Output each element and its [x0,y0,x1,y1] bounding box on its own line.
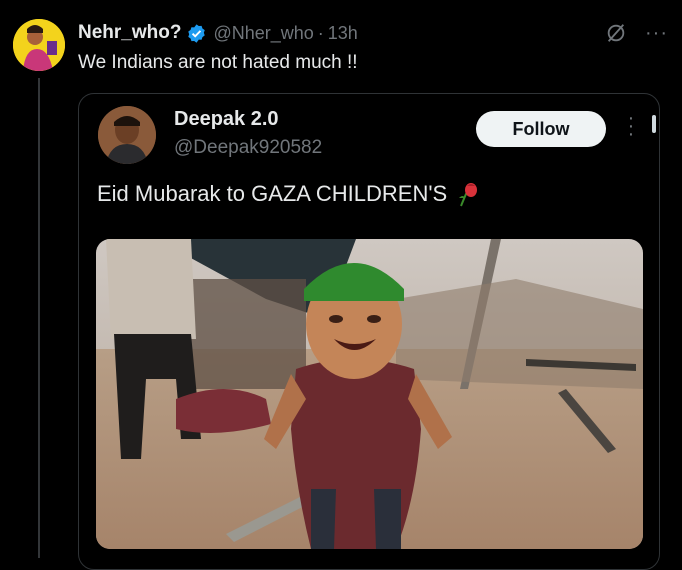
scrollbar[interactable] [652,115,656,133]
tweet-header: Nehr_who? @Nher_who · 13h [78,22,358,44]
thread-line [38,78,40,558]
quoted-text: Eid Mubarak to GAZA CHILDREN'S [97,181,448,206]
more-horizontal-icon[interactable]: ··· [645,23,668,43]
quoted-author-name[interactable]: Deepak 2.0 [174,108,279,131]
author-handle[interactable]: @Nher_who [213,23,313,44]
timestamp[interactable]: 13h [328,23,358,44]
wilted-rose-icon [459,183,478,207]
verified-badge-icon [188,23,206,43]
tweet-actions: ··· [605,22,668,44]
quoted-text-row: Eid Mubarak to GAZA CHILDREN'S [97,180,481,208]
grok-icon[interactable] [605,22,627,44]
author-name[interactable]: Nehr_who? [78,22,181,44]
tweet-text: We Indians are not hated much !! [78,52,358,73]
follow-button[interactable]: Follow [476,111,606,147]
quoted-author-handle[interactable]: @Deepak920582 [174,137,322,159]
more-vertical-icon[interactable]: · · · [627,108,635,144]
quoted-author-avatar[interactable] [98,106,156,164]
separator: · [317,22,324,43]
author-avatar[interactable] [13,19,65,71]
quoted-tweet[interactable]: Deepak 2.0 @Deepak920582 Follow · · · Eid … [78,93,660,570]
quoted-photo[interactable] [96,239,643,549]
